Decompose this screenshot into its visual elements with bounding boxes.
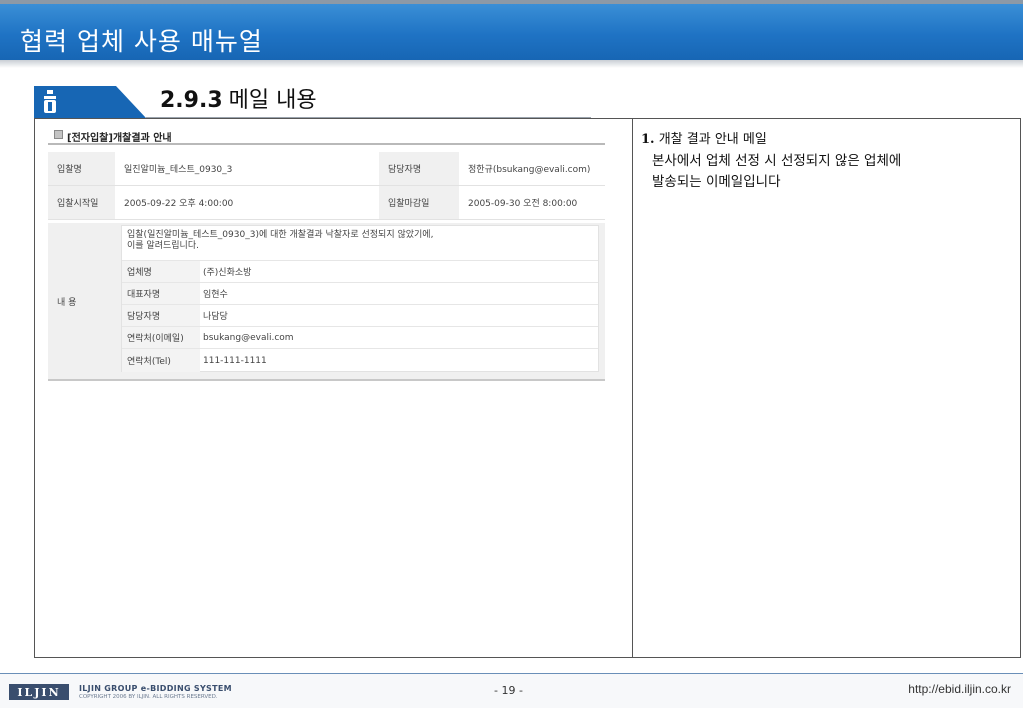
contact-email-value: bsukang@evali.com xyxy=(203,332,294,343)
detail-row: 업체명 (주)신화소방 xyxy=(122,260,598,282)
message-line-1: 입찰(일진알미늄_테스트_0930_3)에 대한 개찰결과 낙찰자로 선정되지 … xyxy=(127,230,434,240)
mail-heading-icon xyxy=(54,130,63,139)
ceo-value: 임현수 xyxy=(203,290,228,300)
mail-heading: [전자입찰]개찰결과 안내 xyxy=(67,133,172,144)
contact-person-label: 담당자명 xyxy=(122,305,200,326)
contact-tel-value: 111-111-1111 xyxy=(203,355,267,366)
bid-name-label: 입찰명 xyxy=(48,152,115,185)
message-line-2: 이를 알려드립니다. xyxy=(127,241,199,251)
contact-tel-label: 연락처(Tel) xyxy=(122,349,200,372)
detail-row: 담당자명 나담당 xyxy=(122,304,598,326)
page-number: - 19 - xyxy=(494,684,523,697)
section-tab-slant xyxy=(116,86,146,118)
header-band: 협력 업체 사용 매뉴얼 xyxy=(0,0,1023,60)
bid-start-value: 2005-09-22 오후 4:00:00 xyxy=(115,186,379,219)
copyright-text: COPYRIGHT 2006 BY ILJIN. ALL RIGHTS RESE… xyxy=(79,694,218,700)
manager-value: 정한규(bsukang@evali.com) xyxy=(459,152,605,185)
manager-label: 담당자명 xyxy=(379,152,459,185)
ceo-label: 대표자명 xyxy=(122,283,200,304)
mail-bottom-line xyxy=(48,379,605,381)
footer-url: http://ebid.iljin.co.kr xyxy=(908,682,1011,696)
contact-person-value: 나담당 xyxy=(203,312,228,322)
bid-end-value: 2005-09-30 오전 8:00:00 xyxy=(459,186,605,219)
note-line-2: 발송되는 이메일입니다 xyxy=(652,174,781,190)
bid-name-value: 일진알미늄_테스트_0930_3 xyxy=(115,152,379,185)
content-label: 내 용 xyxy=(48,223,115,379)
mail-heading-bar: [전자입찰]개찰결과 안내 xyxy=(48,127,605,145)
iljin-logo: ILJIN xyxy=(9,684,69,700)
bid-start-label: 입찰시작일 xyxy=(48,186,115,219)
content-body: 입찰(일진알미늄_테스트_0930_3)에 대한 개찰결과 낙찰자로 선정되지 … xyxy=(115,223,605,379)
note-number: 1. xyxy=(641,132,655,147)
brand-line: ILJIN GROUP e-BIDDING SYSTEM xyxy=(79,684,232,693)
company-value: (주)신화소방 xyxy=(203,268,252,278)
detail-row: 대표자명 임현수 xyxy=(122,282,598,304)
bid-end-label: 입찰마감일 xyxy=(379,186,459,219)
section-title: 2.9.3 메일 내용 xyxy=(160,82,317,114)
manual-title: 협력 업체 사용 매뉴얼 xyxy=(20,27,263,56)
detail-row: 연락처(Tel) 111-111-1111 xyxy=(122,348,598,372)
message-box: 입찰(일진알미늄_테스트_0930_3)에 대한 개찰결과 낙찰자로 선정되지 … xyxy=(121,225,599,372)
thermometer-icon xyxy=(44,90,56,113)
table-row: 입찰명 일진알미늄_테스트_0930_3 담당자명 정한규(bsukang@ev… xyxy=(48,152,605,186)
message-text: 입찰(일진알미늄_테스트_0930_3)에 대한 개찰결과 낙찰자로 선정되지 … xyxy=(127,230,433,252)
header-shadow xyxy=(0,60,1023,68)
company-label: 업체명 xyxy=(122,261,200,282)
section-title-text: 메일 내용 xyxy=(228,88,317,113)
section-number: 2.9.3 xyxy=(160,88,223,113)
note-line-1: 본사에서 업체 선정 시 선정되지 않은 업체에 xyxy=(652,153,902,169)
table-row: 입찰시작일 2005-09-22 오후 4:00:00 입찰마감일 2005-0… xyxy=(48,186,605,220)
note-title-text: 개찰 결과 안내 메일 xyxy=(658,132,767,147)
detail-row: 연락처(이메일) bsukang@evali.com xyxy=(122,326,598,348)
note-title: 1. 개찰 결과 안내 메일 xyxy=(641,128,767,147)
frame-divider xyxy=(632,118,633,658)
contact-email-label: 연락처(이메일) xyxy=(122,327,200,348)
